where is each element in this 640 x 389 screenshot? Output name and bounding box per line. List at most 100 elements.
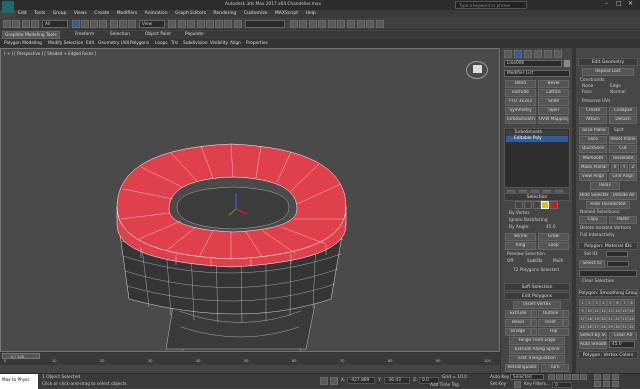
graphite-toggle-icon[interactable] bbox=[318, 20, 326, 28]
motion-tab-icon[interactable] bbox=[534, 50, 542, 58]
edit-geometry-rollout-header[interactable]: Edit Geometry bbox=[578, 58, 638, 66]
create-button[interactable]: Create bbox=[579, 107, 607, 115]
close-icon[interactable]: ✕ bbox=[628, 0, 633, 7]
full-interactivity-checkbox[interactable]: Full Interactivity bbox=[580, 233, 615, 238]
zoom-all-icon[interactable] bbox=[603, 374, 610, 380]
sg-button[interactable]: 2 bbox=[586, 299, 593, 306]
object-color-swatch[interactable] bbox=[564, 60, 570, 67]
bridge-button[interactable]: Bridge bbox=[505, 328, 531, 336]
select-by-name-icon[interactable] bbox=[81, 20, 89, 28]
smoothing-groups-rollout-header[interactable]: Polygon: Smoothing Groups bbox=[578, 289, 638, 297]
menu-create[interactable]: Create bbox=[94, 11, 109, 16]
selection-rollout-header[interactable]: Selection bbox=[504, 193, 570, 201]
panel-visibility[interactable]: Visibility bbox=[210, 39, 228, 48]
menu-edit[interactable]: Edit bbox=[18, 11, 27, 16]
sg-button[interactable]: 30 bbox=[614, 323, 621, 330]
ignore-backfacing-checkbox[interactable]: Ignore Backfacing bbox=[509, 218, 548, 223]
by-angle-value[interactable]: 45.0 bbox=[546, 225, 556, 230]
set-id-field[interactable] bbox=[606, 251, 628, 257]
sg-button[interactable]: 1 bbox=[579, 299, 586, 306]
sg-button[interactable]: 25 bbox=[579, 323, 586, 330]
select-manipulate-icon[interactable] bbox=[178, 20, 186, 28]
repeat-last-button[interactable]: Repeat Last bbox=[582, 68, 634, 76]
sg-button[interactable]: 31 bbox=[621, 323, 628, 330]
absolute-mode-icon[interactable] bbox=[330, 377, 338, 385]
sg-button[interactable]: 18 bbox=[586, 315, 593, 322]
material-name-dropdown[interactable] bbox=[579, 270, 637, 277]
by-vertex-checkbox[interactable]: By Vertex bbox=[509, 211, 530, 216]
sg-button[interactable]: 26 bbox=[586, 323, 593, 330]
window-crossing-icon[interactable] bbox=[99, 20, 107, 28]
sg-button[interactable]: 5 bbox=[607, 299, 614, 306]
previous-frame-icon[interactable] bbox=[556, 374, 563, 380]
slice-plane-button[interactable]: Slice Plane bbox=[579, 127, 609, 135]
sg-button[interactable]: 24 bbox=[628, 315, 635, 322]
selection-filter-dropdown[interactable]: All bbox=[42, 20, 68, 28]
spinner-snap-icon[interactable] bbox=[224, 20, 232, 28]
material-editor-icon[interactable] bbox=[347, 20, 355, 28]
copy-button[interactable]: Copy bbox=[579, 216, 607, 224]
stack-item-editable-poly[interactable]: Editable Poly bbox=[506, 136, 568, 142]
panel-geometry-all[interactable]: Geometry (All) bbox=[98, 39, 129, 48]
undo-icon[interactable] bbox=[3, 20, 11, 28]
bevel-settings-button[interactable] bbox=[531, 319, 537, 327]
ffd-button[interactable]: FFD 3x3x3 bbox=[505, 98, 536, 106]
snaps-toggle-icon[interactable] bbox=[197, 20, 205, 28]
next-frame-icon[interactable] bbox=[572, 374, 579, 380]
planar-y-button[interactable]: Y bbox=[620, 164, 628, 172]
uvw-mapping-button[interactable]: UVW Mapping Cl... bbox=[538, 116, 569, 124]
flip-button[interactable]: Flip bbox=[538, 328, 569, 336]
menu-group[interactable]: Group bbox=[53, 11, 67, 16]
select-id-field[interactable] bbox=[607, 261, 629, 267]
by-angle-checkbox[interactable]: By Angle: bbox=[509, 225, 530, 230]
set-key-icon[interactable] bbox=[514, 381, 521, 388]
menu-maxscript[interactable]: MAXScript bbox=[275, 11, 298, 16]
reference-coordinate-dropdown[interactable]: View bbox=[139, 20, 165, 28]
preview-multi-radio[interactable]: Multi bbox=[553, 259, 564, 264]
shell-button[interactable]: Shell bbox=[538, 98, 569, 106]
inset-settings-button[interactable] bbox=[563, 319, 569, 327]
x-coordinate-field[interactable]: -427.889 bbox=[347, 377, 375, 384]
quickslice-button[interactable]: QuickSlice bbox=[579, 145, 607, 153]
inset-button[interactable]: Inset bbox=[538, 319, 563, 327]
orbit-icon[interactable] bbox=[603, 381, 610, 387]
auto-key-button[interactable]: Selected bbox=[510, 374, 544, 380]
reset-plane-button[interactable]: Reset Plane bbox=[609, 136, 637, 144]
align-icon[interactable] bbox=[299, 20, 307, 28]
scale-icon[interactable] bbox=[128, 20, 136, 28]
symmetry-button[interactable]: Symmetry bbox=[505, 107, 536, 115]
turbosmooth-button[interactable]: TurboSmooth bbox=[505, 116, 536, 124]
sg-button[interactable]: 14 bbox=[614, 307, 621, 314]
tab-object-paint[interactable]: Object Paint bbox=[145, 31, 171, 39]
panel-loops[interactable]: Loops bbox=[155, 39, 168, 48]
sg-button[interactable]: 12 bbox=[600, 307, 607, 314]
hide-unselected-button[interactable]: Hide Unselected bbox=[586, 201, 630, 209]
modify-tab-icon[interactable] bbox=[514, 50, 522, 58]
goto-start-icon[interactable] bbox=[548, 374, 555, 380]
schematic-view-icon[interactable] bbox=[337, 20, 345, 28]
menu-graph-editors[interactable]: Graph Editors bbox=[175, 11, 206, 16]
taper-button[interactable]: Taper bbox=[538, 107, 569, 115]
vertex-colors-rollout-header[interactable]: Polygon: Vertex Colors bbox=[578, 351, 638, 359]
vertex-mode-icon[interactable] bbox=[515, 201, 523, 209]
unlink-icon[interactable] bbox=[31, 20, 39, 28]
polygon-mode-icon[interactable] bbox=[541, 201, 549, 209]
unhide-all-button[interactable]: Unhide All bbox=[610, 192, 637, 200]
hierarchy-tab-icon[interactable] bbox=[524, 50, 532, 58]
edit-triangulation-button[interactable]: Edit Triangulation bbox=[509, 355, 565, 363]
bevel-button[interactable]: Bevel bbox=[538, 80, 569, 88]
sg-button[interactable]: 4 bbox=[600, 299, 607, 306]
sg-button[interactable]: 11 bbox=[593, 307, 600, 314]
viewcube-icon[interactable] bbox=[466, 61, 488, 79]
insert-vertex-button[interactable]: Insert Vertex bbox=[513, 301, 561, 309]
move-icon[interactable] bbox=[110, 20, 118, 28]
named-selection-icon[interactable] bbox=[234, 20, 242, 28]
msmooth-button[interactable]: MSmooth bbox=[579, 155, 607, 163]
sg-button[interactable]: 6 bbox=[614, 299, 621, 306]
grid-align-button[interactable]: Grid Align bbox=[609, 173, 637, 181]
sg-button[interactable]: 19 bbox=[593, 315, 600, 322]
delete-isolated-checkbox[interactable]: Delete Isolated Vertices bbox=[580, 226, 631, 231]
bridge-settings-button[interactable] bbox=[531, 328, 537, 336]
panel-polygons[interactable]: Polygons bbox=[130, 39, 149, 48]
object-name-field[interactable]: Line006 bbox=[504, 60, 562, 67]
